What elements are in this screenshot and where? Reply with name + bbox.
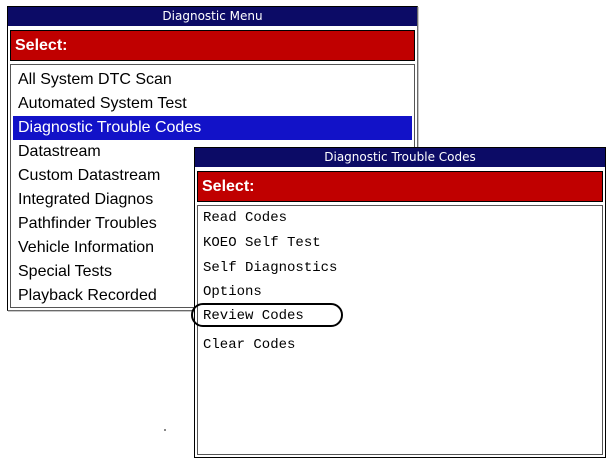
menu-item-automated-system-test[interactable]: Automated System Test [13, 92, 412, 116]
dtc-list: Read Codes KOEO Self Test Self Diagnosti… [197, 205, 603, 455]
dtc-item-koeo-self-test[interactable]: KOEO Self Test [200, 231, 600, 255]
review-codes-highlight-circle [191, 303, 343, 327]
stray-dot [164, 429, 166, 431]
menu-item-all-system-dtc-scan[interactable]: All System DTC Scan [13, 68, 412, 92]
dtc-window-title: Diagnostic Trouble Codes [195, 148, 605, 167]
dtc-select-bar: Select: [197, 171, 603, 202]
diagnostic-menu-select-bar: Select: [10, 30, 415, 61]
menu-item-diagnostic-trouble-codes[interactable]: Diagnostic Trouble Codes [13, 116, 412, 140]
dtc-item-read-codes[interactable]: Read Codes [200, 206, 600, 230]
dtc-item-self-diagnostics[interactable]: Self Diagnostics [200, 256, 600, 280]
dtc-item-options[interactable]: Options [200, 280, 600, 304]
dtc-item-clear-codes[interactable]: Clear Codes [200, 333, 600, 357]
diagnostic-menu-title: Diagnostic Menu [8, 7, 417, 26]
